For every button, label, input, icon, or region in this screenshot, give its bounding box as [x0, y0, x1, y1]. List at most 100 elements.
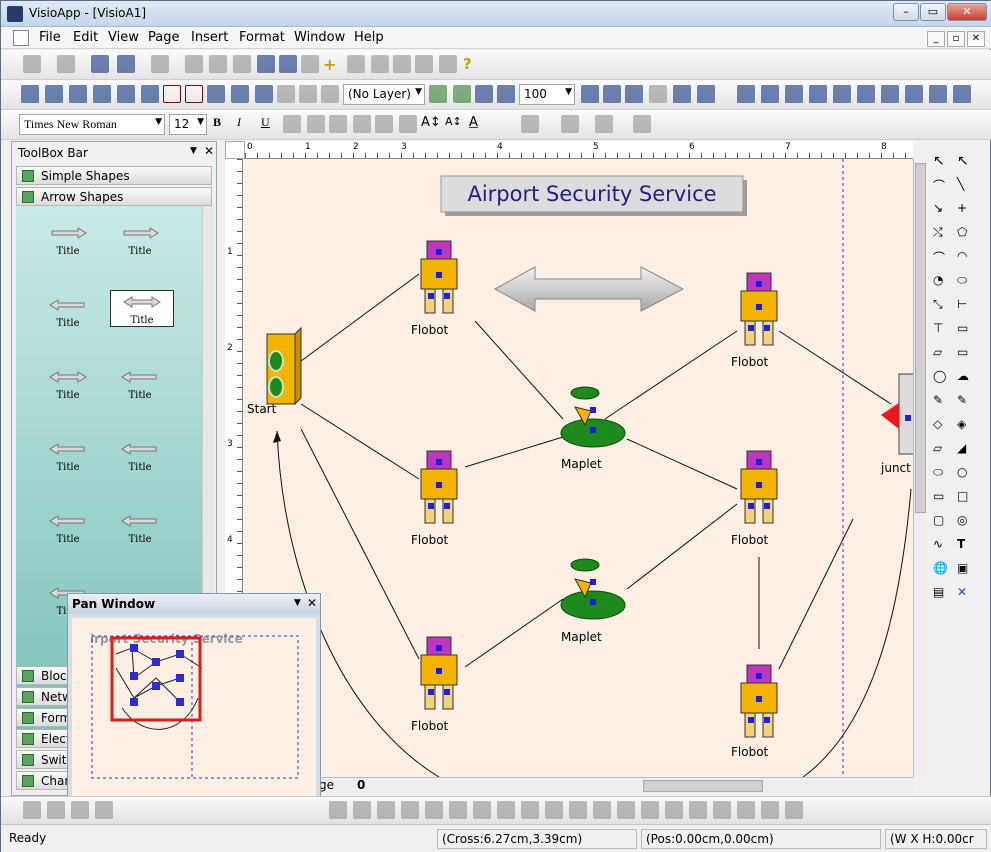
menu-edit[interactable]: Edit: [73, 30, 98, 45]
toolbox-menu-icon[interactable]: ▼: [190, 146, 197, 156]
edit-point-tool-icon[interactable]: ◇: [933, 417, 951, 435]
oval-tool-icon[interactable]: ⬭: [933, 465, 951, 483]
shape-arrow-pointed[interactable]: Title: [38, 514, 98, 545]
rect-tool-icon[interactable]: ▭: [933, 489, 951, 507]
same-size-icon[interactable]: [521, 801, 539, 819]
cut-icon[interactable]: [185, 55, 203, 73]
line-tool-icon[interactable]: ╲: [957, 177, 975, 195]
distribute-h-icon[interactable]: [473, 801, 491, 819]
section-arrow-shapes[interactable]: Arrow Shapes: [16, 187, 212, 206]
mdi-close-button[interactable]: ✕: [967, 31, 985, 47]
freeform-tool-icon[interactable]: ⌒: [933, 177, 951, 195]
align-center-icon[interactable]: [307, 115, 325, 133]
canvas-hscrollbar[interactable]: ge 0: [243, 777, 913, 794]
h-dimension-tool-icon[interactable]: ⊢: [957, 297, 975, 315]
shape-arrow-right-2[interactable]: Title: [110, 226, 170, 257]
back-icon[interactable]: [371, 55, 389, 73]
pie-tool-icon[interactable]: ◔: [933, 273, 951, 291]
flip-icon[interactable]: [71, 801, 89, 819]
dimension-tool-icon[interactable]: ⤡: [933, 297, 951, 315]
line-weight-icon[interactable]: [595, 115, 613, 133]
delete-tool-icon[interactable]: ✕: [957, 585, 975, 603]
menu-file[interactable]: File: [39, 30, 61, 45]
connector-7-icon[interactable]: [881, 85, 899, 103]
spiral-tool-icon[interactable]: ◎: [957, 513, 975, 531]
callout-2-tool-icon[interactable]: ▱: [933, 345, 951, 363]
polyline-tool-icon[interactable]: ⤭: [933, 225, 951, 243]
connector-9-icon[interactable]: [929, 85, 947, 103]
mdi-minimize-button[interactable]: _: [927, 31, 945, 47]
menu-insert[interactable]: Insert: [191, 30, 228, 45]
v-dimension-tool-icon[interactable]: ⊤: [933, 321, 951, 339]
ruler-corner[interactable]: [225, 141, 245, 159]
callout-3-tool-icon[interactable]: ▭: [957, 345, 975, 363]
send-back-icon[interactable]: [617, 801, 635, 819]
copy-icon[interactable]: [209, 55, 227, 73]
special-tool-icon[interactable]: ◈: [957, 417, 975, 435]
grid-dots-icon[interactable]: [45, 85, 63, 103]
fill-color-icon[interactable]: [561, 115, 579, 133]
connector-8-icon[interactable]: [905, 85, 923, 103]
ungroup-icon[interactable]: [569, 801, 587, 819]
align-center-obj-icon[interactable]: [353, 801, 371, 819]
align-bottom-obj-icon[interactable]: [449, 801, 467, 819]
magnifier-icon[interactable]: [277, 85, 295, 103]
print-preview-icon[interactable]: [439, 55, 457, 73]
bring-front-icon[interactable]: [593, 801, 611, 819]
align-icon[interactable]: [141, 85, 159, 103]
zoom-in-icon[interactable]: [497, 85, 515, 103]
paste-icon[interactable]: [233, 55, 251, 73]
pointer-tool-icon[interactable]: ↖: [933, 153, 951, 171]
wave-tool-icon[interactable]: ∿: [933, 537, 951, 555]
connector-1-icon[interactable]: [737, 85, 755, 103]
zoom-custom-icon[interactable]: [697, 85, 715, 103]
new-icon[interactable]: [23, 55, 41, 73]
intersect-icon[interactable]: [737, 801, 755, 819]
arrow-line-tool-icon[interactable]: ↘: [933, 201, 951, 219]
save-icon[interactable]: [91, 55, 109, 73]
clone-icon[interactable]: [301, 55, 319, 73]
connector-6-icon[interactable]: [857, 85, 875, 103]
valign-top-icon[interactable]: [375, 115, 393, 133]
menu-window[interactable]: Window: [294, 30, 345, 45]
pen-tool-icon[interactable]: ✎: [933, 393, 951, 411]
connector-5-icon[interactable]: [833, 85, 851, 103]
menu-page[interactable]: Page: [148, 30, 179, 45]
align-middle-obj-icon[interactable]: [425, 801, 443, 819]
mirror-icon[interactable]: [95, 801, 113, 819]
union-icon[interactable]: [761, 801, 779, 819]
triangle-icon[interactable]: [185, 85, 203, 103]
font-shrink-icon[interactable]: A↕: [445, 115, 463, 133]
curve-tool-icon[interactable]: ◠: [957, 249, 975, 267]
layer-properties-icon[interactable]: [453, 85, 471, 103]
vscroll-thumb[interactable]: [915, 163, 926, 513]
font-select[interactable]: Times New Roman ▼: [19, 114, 165, 135]
align-top-obj-icon[interactable]: [401, 801, 419, 819]
arc-tool-icon[interactable]: ⌒: [933, 249, 951, 267]
rectangle-select-icon[interactable]: [163, 85, 181, 103]
pointer-plus-tool-icon[interactable]: ↖: [957, 153, 975, 171]
ellipse-tool-icon[interactable]: ⬭: [957, 273, 975, 291]
connector-4-icon[interactable]: [809, 85, 827, 103]
cloud-tool-icon[interactable]: ☁: [957, 369, 975, 387]
forward-icon[interactable]: [393, 55, 411, 73]
distribute-v-icon[interactable]: [497, 801, 515, 819]
document-icon[interactable]: [13, 30, 29, 46]
break-icon[interactable]: [713, 801, 731, 819]
balloon-tool-icon[interactable]: ◯: [933, 369, 951, 387]
menu-format[interactable]: Format: [239, 30, 285, 45]
image-tool-icon[interactable]: ▣: [957, 561, 975, 579]
canvas-vscrollbar[interactable]: [913, 159, 927, 777]
text-tool-icon[interactable]: T: [957, 537, 975, 555]
underline-button[interactable]: U: [261, 115, 279, 133]
group-icon[interactable]: [545, 801, 563, 819]
round-rect-tool-icon[interactable]: ▢: [933, 513, 951, 531]
subtract-icon[interactable]: [785, 801, 803, 819]
circle-tool-icon[interactable]: ○: [957, 465, 975, 483]
layers-icon[interactable]: [429, 85, 447, 103]
pan-menu-icon[interactable]: ▼: [294, 598, 301, 608]
font-size-select[interactable]: 12 ▼: [169, 114, 207, 135]
minimize-button[interactable]: –: [893, 3, 919, 21]
shape-arrow-right[interactable]: Title: [38, 226, 98, 257]
shape-arrow-flat[interactable]: Title: [110, 442, 170, 473]
